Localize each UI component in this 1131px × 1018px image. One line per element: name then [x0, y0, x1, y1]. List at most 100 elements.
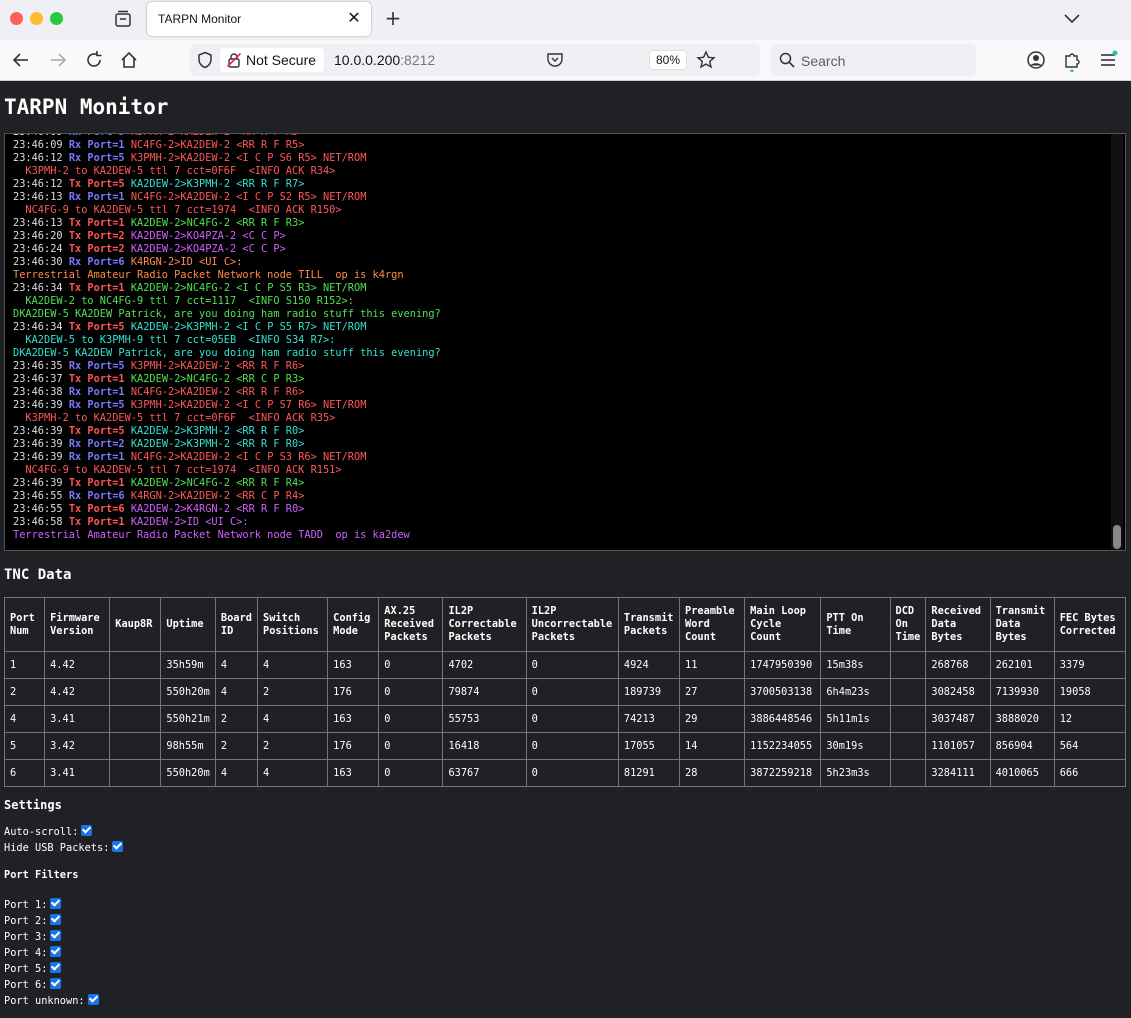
table-cell: 176 [327, 732, 380, 760]
forward-icon[interactable] [47, 49, 69, 71]
log-text: NC4FG-2>KA2DEW-2 <RR R F R5> [130, 139, 305, 151]
table-cell: 4 [214, 678, 259, 706]
table-cell: 17055 [617, 732, 681, 760]
address-bar[interactable]: Not Secure 10.0.0.200:8212 80% [190, 44, 760, 76]
tab-title: TARPN Monitor [158, 12, 242, 26]
new-tab-button[interactable]: + [383, 8, 403, 28]
close-window-button[interactable] [10, 12, 23, 25]
log-direction: Rx [69, 134, 81, 138]
log-text: NC4FG-2>KA2DEW-2 <I C P S2 R5> NET/ROM [130, 191, 367, 203]
search-input[interactable]: Search [770, 44, 976, 76]
log-line: 23:46:39 Tx Port=5 KA2DEW-2>K3PMH-2 <RR … [13, 425, 1105, 438]
log-port: Port=1 [87, 451, 125, 463]
table-cell: 1152234055 [744, 732, 822, 760]
table-cell: 3872259218 [744, 759, 822, 787]
table-row: 6 3.41 550h20m 4 4 163 0 63767 0 81291 28 387225921… [3, 759, 1127, 787]
log-direction: Tx [68, 243, 82, 255]
tab-tarpn-monitor[interactable]: TARPN Monitor ✕ [147, 2, 371, 36]
table-cell: 3700503138 [744, 678, 822, 706]
port-filter-checkbox[interactable] [50, 962, 62, 973]
log-timestamp: 23:46:13 [13, 217, 63, 229]
log-timestamp: 23:46:38 [13, 386, 63, 398]
table-cell: 0 [378, 732, 444, 760]
shield-icon[interactable] [196, 51, 214, 69]
log-timestamp: 23:46:20 [13, 230, 63, 242]
minimize-window-button[interactable] [30, 12, 43, 25]
log-direction: Rx [68, 399, 82, 411]
log-line: NC4FG-9 to KA2DEW-5 ttl 7 cct=1974 <INFO… [13, 204, 1105, 217]
not-secure-label: Not Secure [246, 52, 317, 68]
extensions-icon[interactable] [1062, 50, 1082, 72]
port-filter-checkbox[interactable] [50, 898, 62, 909]
table-cell: 4702 [442, 651, 527, 679]
port-filter-checkbox[interactable] [50, 914, 62, 925]
log-text: K3PMH-2 to KA2DEW-5 ttl 7 cct=0F6F <INFO… [13, 165, 336, 177]
table-cell: 3886448546 [744, 705, 822, 733]
log-scrollbar[interactable] [1111, 134, 1123, 550]
log-scrollbar-thumb[interactable] [1113, 525, 1121, 549]
table-cell: 1 [3, 651, 46, 679]
site-security-badge[interactable]: Not Secure [220, 48, 325, 72]
log-text: NC4FG-9 to KA2DEW-5 ttl 7 cct=1974 <INFO… [13, 204, 342, 216]
insecure-lock-icon [226, 52, 242, 68]
hide-usb-checkbox[interactable] [112, 841, 124, 852]
port-filter-label: Port 4: [4, 947, 48, 959]
log-text: NC4FG-2>KA2DEW-2 <I C P S3 R6> NET/ROM [130, 451, 367, 463]
bookmark-star-icon[interactable] [696, 50, 716, 70]
auto-scroll-checkbox[interactable] [81, 825, 93, 836]
log-text: KA2DEW-2>K3PMH-2 <I C P S5 R7> NET/ROM [130, 321, 367, 333]
table-cell: 16418 [442, 732, 527, 760]
column-header: IL2P Correctable Packets [442, 597, 527, 652]
zoom-window-button[interactable] [50, 12, 63, 25]
tnc-data-heading: TNC Data [4, 567, 72, 583]
log-text: KA2DEW-2>NC4FG-2 <RR R F R4> [130, 477, 305, 489]
table-cell: 0 [525, 678, 619, 706]
chevron-down-icon[interactable] [1062, 9, 1082, 27]
back-icon[interactable] [10, 49, 32, 71]
table-row: 5 3.42 98h55m 2 2 176 0 16418 0 17055 14 1152234055… [3, 732, 1127, 760]
log-timestamp: 23:46:39 [13, 477, 63, 489]
table-cell: 4010065 [989, 759, 1055, 787]
table-cell: 163 [327, 759, 380, 787]
port-filter-checkbox[interactable] [50, 930, 62, 941]
column-header: FEC Bytes Corrected [1053, 597, 1127, 652]
log-direction: Tx [68, 477, 82, 489]
log-text: Terrestrial Amateur Radio Packet Network… [13, 269, 404, 281]
port-filter-checkbox[interactable] [50, 978, 62, 989]
log-port: Port=5 [87, 178, 125, 190]
log-timestamp: 23:46:30 [13, 256, 63, 268]
log-text: NC4FG-2>KA2DEW-2 <RR R F R6> [130, 386, 305, 398]
hamburger-menu-icon[interactable] [1098, 50, 1118, 70]
port-filter-label: Port 5: [4, 963, 48, 975]
home-icon[interactable] [118, 49, 140, 71]
port-filter-checkbox[interactable] [87, 994, 99, 1005]
column-header: DCD On Time [889, 597, 927, 652]
reload-icon[interactable] [83, 49, 105, 71]
table-header-row: Port Num Firmware Version Kaup8R Uptime Boar… [3, 597, 1127, 652]
log-direction: Rx [68, 451, 82, 463]
pocket-icon[interactable] [546, 51, 564, 69]
table-cell [109, 705, 162, 733]
log-direction: Tx [68, 503, 82, 515]
tab-close-icon[interactable]: ✕ [345, 9, 363, 27]
log-timestamp: 23:46:39 [13, 425, 63, 437]
table-cell: 0 [378, 705, 444, 733]
log-direction: Rx [68, 256, 82, 268]
log-line: 23:46:58 Tx Port=1 KA2DEW-2>ID <UI C>: [13, 516, 1105, 529]
table-cell: 4 [214, 651, 259, 679]
port-filter-checkbox[interactable] [50, 946, 62, 957]
log-direction: Tx [68, 321, 82, 333]
log-port: Port=1 [87, 516, 125, 528]
table-cell: 74213 [617, 705, 681, 733]
packet-log[interactable]: 23:46:09 Rx Port=5 K3PMH-2>KA2DEW-2 <RR … [4, 133, 1126, 551]
account-icon[interactable] [1026, 50, 1046, 70]
table-cell: 0 [378, 759, 444, 787]
table-cell: 268768 [925, 651, 991, 679]
zoom-level-button[interactable]: 80% [649, 50, 687, 70]
table-cell: 163 [327, 651, 380, 679]
table-cell: 3037487 [925, 705, 991, 733]
settings-heading: Settings [4, 798, 62, 812]
url-text[interactable]: 10.0.0.200:8212 [334, 52, 435, 68]
table-cell: 4 [256, 651, 329, 679]
tab-groups-icon[interactable] [112, 8, 134, 30]
